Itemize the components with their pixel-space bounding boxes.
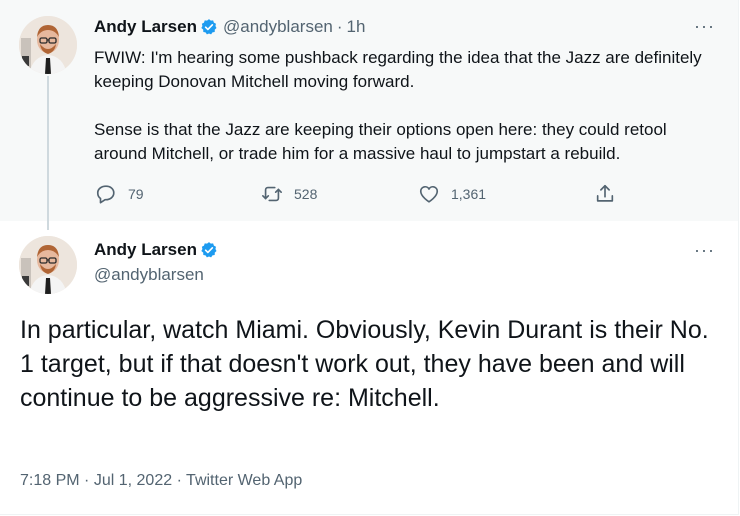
share-icon: [596, 184, 614, 202]
tweet-metadata: 7:18 PM · Jul 1, 2022 · Twitter Web App: [20, 472, 302, 490]
main-avatar[interactable]: [19, 236, 77, 294]
thread-connector-line: [47, 76, 49, 230]
parent-author-name[interactable]: Andy Larsen: [94, 17, 197, 37]
parent-paragraph-2: Sense is that the Jazz are keeping their…: [94, 120, 667, 163]
verified-badge-icon: [200, 241, 218, 259]
parent-time-separator: ·: [336, 17, 343, 36]
main-author-handle[interactable]: @andyblarsen: [94, 265, 204, 285]
meta-separator: ·: [84, 472, 90, 489]
like-button[interactable]: 1,361: [418, 183, 486, 205]
reply-icon: [96, 185, 115, 204]
tweet-thread: Andy Larsen @andyblarsen · 1h ··· FWIW: …: [0, 0, 739, 515]
share-button[interactable]: [594, 183, 627, 205]
parent-avatar[interactable]: [19, 16, 77, 74]
like-icon: [419, 185, 439, 203]
verified-badge-icon: [200, 18, 218, 36]
like-count: 1,361: [451, 186, 487, 202]
meta-separator: ·: [176, 472, 182, 489]
parent-timestamp[interactable]: 1h: [347, 17, 366, 37]
parent-tweet-text: FWIW: I'm hearing some pushback regardin…: [94, 46, 714, 166]
tweet-source-app[interactable]: Twitter Web App: [186, 472, 302, 489]
retweet-button[interactable]: 528: [261, 183, 317, 205]
tweet-date[interactable]: Jul 1, 2022: [94, 472, 172, 489]
reply-count: 79: [128, 186, 144, 202]
parent-author-row: Andy Larsen @andyblarsen · 1h: [94, 17, 365, 37]
main-author-row: Andy Larsen: [94, 240, 218, 260]
parent-author-handle[interactable]: @andyblarsen: [223, 17, 333, 37]
parent-more-icon[interactable]: ···: [694, 16, 715, 37]
main-author-name[interactable]: Andy Larsen: [94, 240, 197, 260]
main-more-icon[interactable]: ···: [694, 240, 715, 261]
tweet-time[interactable]: 7:18 PM: [20, 472, 80, 489]
reply-button[interactable]: 79: [95, 183, 144, 205]
retweet-icon: [262, 186, 282, 202]
main-handle-row: @andyblarsen: [94, 265, 204, 285]
main-tweet-text: In particular, watch Miami. Obviously, K…: [20, 316, 709, 412]
parent-paragraph-1: FWIW: I'm hearing some pushback regardin…: [94, 48, 702, 91]
retweet-count: 528: [294, 186, 318, 202]
